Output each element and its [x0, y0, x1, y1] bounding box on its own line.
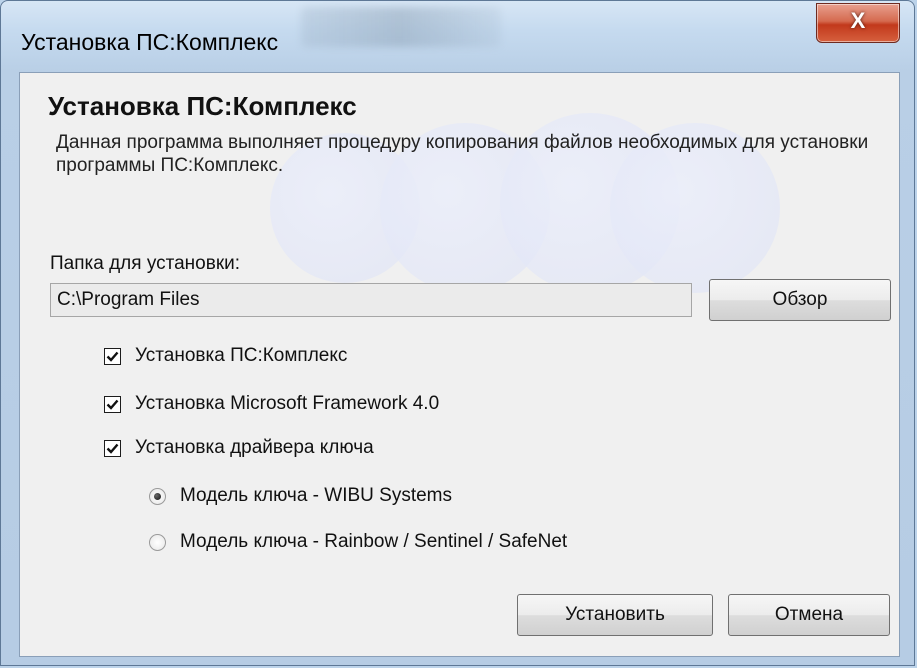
key-model-rainbow-label: Модель ключа - Rainbow / Sentinel / Safe… [180, 531, 568, 552]
cancel-button[interactable]: Отмена [728, 594, 890, 636]
checkmark-icon [106, 399, 119, 410]
install-folder-label: Папка для установки: [50, 253, 241, 274]
close-icon: X [850, 8, 866, 33]
key-model-wibu-option[interactable]: Модель ключа - WIBU Systems [149, 485, 452, 507]
install-folder-input[interactable] [50, 283, 692, 317]
installer-window: Установка ПС:Комплекс X Установка ПС:Ком… [0, 0, 915, 666]
install-driver-checkbox[interactable] [104, 439, 121, 457]
header-title: Установка ПС:Комплекс [48, 91, 357, 121]
close-button[interactable]: X [816, 3, 900, 43]
install-complex-option[interactable]: Установка ПС:Комплекс [104, 345, 347, 367]
browse-button[interactable]: Обзор [709, 279, 891, 321]
title-bar[interactable]: Установка ПС:Комплекс X [1, 1, 914, 77]
checkmark-icon [106, 443, 119, 454]
key-model-wibu-label: Модель ключа - WIBU Systems [180, 485, 453, 506]
dialog-body: Установка ПС:Комплекс Данная программа в… [19, 72, 900, 657]
key-model-rainbow-option[interactable]: Модель ключа - Rainbow / Sentinel / Safe… [149, 531, 567, 553]
install-driver-label: Установка драйвера ключа [135, 437, 374, 458]
install-complex-checkbox[interactable] [104, 347, 121, 365]
install-driver-option[interactable]: Установка драйвера ключа [104, 437, 374, 459]
key-model-rainbow-radio[interactable] [149, 533, 166, 551]
install-framework-label: Установка Microsoft Framework 4.0 [135, 393, 440, 414]
window-title: Установка ПС:Комплекс [21, 29, 279, 55]
install-framework-checkbox[interactable] [104, 395, 121, 413]
radio-selected-icon [154, 492, 161, 500]
header-panel: Установка ПС:Комплекс Данная программа в… [20, 73, 899, 293]
header-description: Данная программа выполняет процедуру коп… [56, 132, 869, 176]
install-button[interactable]: Установить [517, 594, 713, 636]
install-complex-label: Установка ПС:Комплекс [135, 345, 348, 366]
checkmark-icon [106, 351, 119, 362]
install-framework-option[interactable]: Установка Microsoft Framework 4.0 [104, 393, 439, 415]
title-bar-glass [301, 7, 501, 47]
key-model-wibu-radio[interactable] [149, 487, 166, 505]
